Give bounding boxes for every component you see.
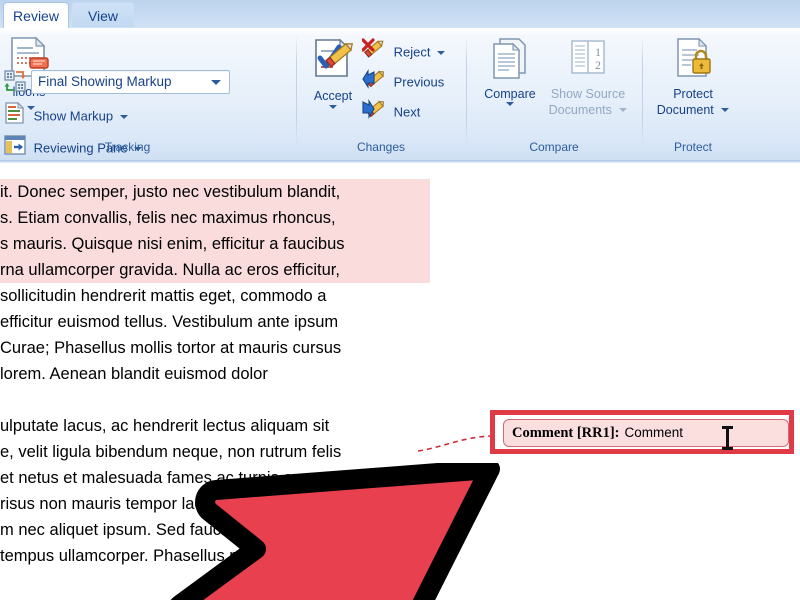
track-changes-icon [4,70,26,99]
compare-label: Compare [484,87,536,101]
group-separator-2 [466,35,467,147]
tab-view[interactable]: View [72,2,134,28]
doc-line: m nec aliquet ipsum. Sed faucibus pro li… [0,521,330,539]
ribbon-group-changes: Accept Reject Previous Next Changes [298,32,464,156]
doc-line: it. Donec semper, justo nec vestibulum b… [0,179,430,205]
ribbon-tab-strip: Review View [0,0,800,28]
track-changes-button[interactable] [4,70,28,92]
doc-line: Curae; Phasellus mollis tortor at mauris… [0,339,342,357]
display-for-review-combo[interactable]: Final Showing Markup [31,70,230,94]
accept-label: Accept [313,89,353,103]
paragraph-1: it. Donec semper, justo nec vestibulum b… [0,179,430,387]
show-source-documents-label-line2: Documents [548,103,612,117]
next-change-icon [362,98,386,127]
ribbon-group-tracking: lloons Final Showing Markup Show Markup … [0,32,295,156]
doc-line: sollicitudin hendrerit mattis eget, comm… [0,287,327,305]
doc-line: ulputate lacus, ac hendrerit lectus aliq… [0,417,330,435]
chevron-down-icon[interactable] [211,80,221,85]
group-label-protect: Protect [673,140,712,154]
group-label-compare: Compare [529,140,579,154]
tab-view-label: View [87,8,119,24]
show-markup-button[interactable]: Show Markup [4,101,128,124]
group-separator-3 [642,35,643,147]
doc-line: rna ullamcorper gravida. Nulla ac eros e… [0,257,430,283]
word-review-screen: Review View lloons Final Showing Markup … [0,0,800,600]
svg-text:2: 2 [595,58,601,72]
accept-change-icon [309,38,357,88]
doc-line: s mauris. Quisque nisi enim, efficitur a… [0,231,430,257]
accept-button[interactable]: Accept [302,36,364,109]
ribbon-group-protect: Protect Document Protect [644,32,742,156]
document-page: it. Donec semper, justo nec vestibulum b… [0,163,430,600]
ribbon: Review View lloons Final Showing Markup … [0,0,800,163]
doc-line: e, velit ligula bibendum neque, non rutr… [0,443,342,461]
svg-text:1: 1 [595,45,601,59]
accept-caret-icon[interactable] [329,105,337,109]
group-label-changes: Changes [356,140,406,154]
show-source-documents-label-line1: Show Source [550,87,626,101]
group-label-tracking: Tracking [104,140,151,154]
comment-label: Comment [RR1]: [512,425,620,441]
doc-line: s. Etiam convallis, felis nec maximus rh… [0,205,430,231]
show-source-documents-caret-icon[interactable] [619,107,628,112]
reject-caret-icon[interactable] [437,50,446,55]
previous-change-icon [362,68,386,97]
doc-line: et netus et malesuada fames ac turpis eg… [0,469,346,487]
ribbon-body: lloons Final Showing Markup Show Markup … [0,28,800,160]
show-source-documents-button[interactable]: 1 2 Show Source Documents [540,36,636,119]
next-button[interactable]: Next [362,98,420,120]
compare-caret-icon[interactable] [506,102,514,106]
display-for-review-value: Final Showing Markup [38,74,172,89]
reject-button[interactable]: Reject [361,38,446,60]
doc-line: lorem. Aenean blandit euismod dolor [0,365,268,383]
ibeam-cursor [722,426,733,450]
compare-documents-icon [486,38,534,86]
group-separator-1 [296,35,297,147]
comment-text[interactable]: Comment [620,420,684,446]
previous-button[interactable]: Previous [362,68,444,90]
show-markup-label: Show Markup [33,108,114,124]
compare-button[interactable]: Compare [472,36,548,106]
doc-line: s purus accumsan neque, ut convallis tur… [0,595,430,600]
show-markup-caret-icon[interactable] [119,114,128,119]
comment-balloon-body[interactable]: Comment [RR1]: Comment [503,419,789,447]
protect-document-label-line1: Protect [673,87,713,101]
next-label: Next [393,104,421,120]
protect-document-label-line2: Document [656,103,714,117]
doc-line: tempus ullamcorper. Phasellus non vestib… [0,547,341,565]
tab-review-label: Review [13,8,59,24]
protect-document-button[interactable]: Protect Document [644,36,742,119]
document-area[interactable]: it. Donec semper, justo nec vestibulum b… [0,163,800,600]
reject-label: Reject [393,44,431,60]
doc-line: efficitur euismod tellus. Vestibulum ant… [0,313,339,331]
paragraph-2: ulputate lacus, ac hendrerit lectus aliq… [0,413,430,569]
protect-document-icon [669,37,717,86]
reject-change-icon [361,38,386,67]
ribbon-group-compare: Compare 1 2 Show Source Documents Compar… [468,32,640,156]
previous-label: Previous [393,74,445,90]
show-markup-icon [4,101,26,131]
show-source-documents-icon: 1 2 [564,40,612,86]
protect-document-caret-icon[interactable] [721,107,730,112]
paragraph-3: s purus accumsan neque, ut convallis tur… [0,595,430,600]
tab-review[interactable]: Review [3,2,69,28]
doc-line: risus non mauris tempor lacinia quisque … [0,495,322,513]
comment-balloon[interactable]: Comment [RR1]: Comment [490,410,794,454]
